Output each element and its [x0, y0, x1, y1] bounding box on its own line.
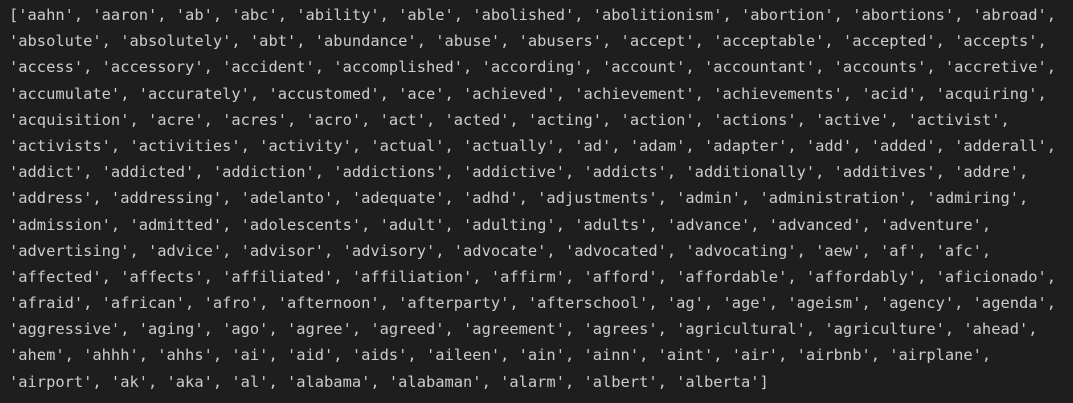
output-line: 'ahem', 'ahhh', 'ahhs', 'ai', 'aid', 'ai… — [9, 346, 992, 365]
output-line: 'affected', 'affects', 'affiliated', 'af… — [9, 267, 1057, 286]
output-line: 'admission', 'admitted', 'adolescents', … — [9, 215, 992, 234]
output-line: 'access', 'accessory', 'accident', 'acco… — [9, 58, 1057, 77]
output-line: 'addict', 'addicted', 'addiction', 'addi… — [9, 163, 1029, 182]
output-line: 'acquisition', 'acre', 'acres', 'acro', … — [9, 110, 1010, 129]
output-text: ['aahn', 'aaron', 'ab', 'abc', 'ability'… — [9, 2, 1067, 395]
output-line: ['aahn', 'aaron', 'ab', 'abc', 'ability'… — [9, 6, 1057, 24]
output-line: 'activists', 'activities', 'activity', '… — [9, 136, 1057, 155]
output-line: 'afraid', 'african', 'afro', 'afternoon'… — [9, 294, 1057, 313]
output-line: 'accumulate', 'accurately', 'accustomed'… — [9, 84, 1047, 103]
output-line: 'airport', 'ak', 'aka', 'al', 'alabama',… — [9, 372, 769, 391]
output-line: 'absolute', 'absolutely', 'abt', 'abunda… — [9, 32, 1047, 51]
output-line: 'aggressive', 'aging', 'ago', 'agree', '… — [9, 320, 1038, 339]
output-line: 'address', 'addressing', 'adelanto', 'ad… — [9, 189, 1029, 208]
cell-output: ['aahn', 'aaron', 'ab', 'abc', 'ability'… — [0, 0, 1073, 403]
output-line: 'advertising', 'advice', 'advisor', 'adv… — [9, 241, 992, 260]
